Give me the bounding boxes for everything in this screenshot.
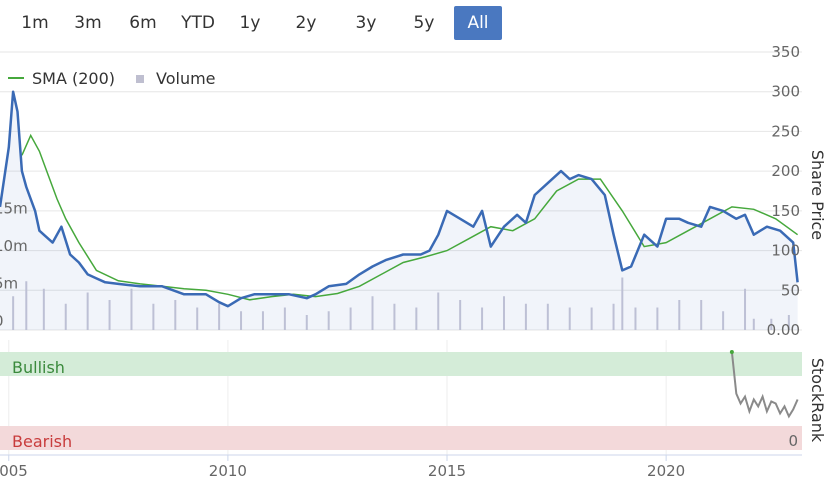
volume-tick: 0 (0, 312, 4, 330)
stockrank-start-dot (729, 350, 734, 354)
stockrank-axis-title: StockRank (808, 358, 827, 443)
share-price-tick: 150 (771, 202, 800, 220)
volume-legend-label[interactable]: Volume (156, 69, 216, 88)
x-axis-tick-label: 2005 (0, 462, 28, 478)
share-price-tick: 0.00 (767, 321, 800, 339)
share-price-tick: 50 (781, 281, 800, 299)
bullish-band (0, 352, 802, 376)
legend: SMA (200) Volume (8, 69, 216, 88)
share-price-tick: 250 (771, 122, 800, 140)
x-axis: 2005 2010 2015 2020 (0, 455, 685, 478)
share-price-tick: 350 (771, 43, 800, 61)
volume-tick: 15m (0, 200, 28, 218)
stock-chart: SMA (200) Volume 350 300 250 200 150 100 50 0.0… (0, 43, 827, 478)
stockrank-panel: Bullish Bearish 0 StockRank (0, 350, 827, 451)
share-price-axis-title: Share Price (808, 150, 827, 240)
bearish-band (0, 426, 802, 450)
volume-legend-swatch[interactable] (136, 75, 144, 83)
volume-tick: 5m (0, 275, 18, 293)
bullish-label: Bullish (12, 358, 65, 377)
x-axis-tick-label: 2010 (209, 462, 247, 478)
sma-legend-label[interactable]: SMA (200) (32, 69, 115, 88)
volume-tick: 10m (0, 237, 28, 255)
share-price-tick: 300 (771, 83, 800, 101)
bearish-label: Bearish (12, 432, 72, 451)
share-price-tick: 200 (771, 162, 800, 180)
share-price-tick: 100 (771, 242, 800, 260)
stockrank-zero-label: 0 (788, 432, 798, 450)
x-axis-tick-label: 2020 (647, 462, 685, 478)
x-axis-tick-label: 2015 (428, 462, 466, 478)
